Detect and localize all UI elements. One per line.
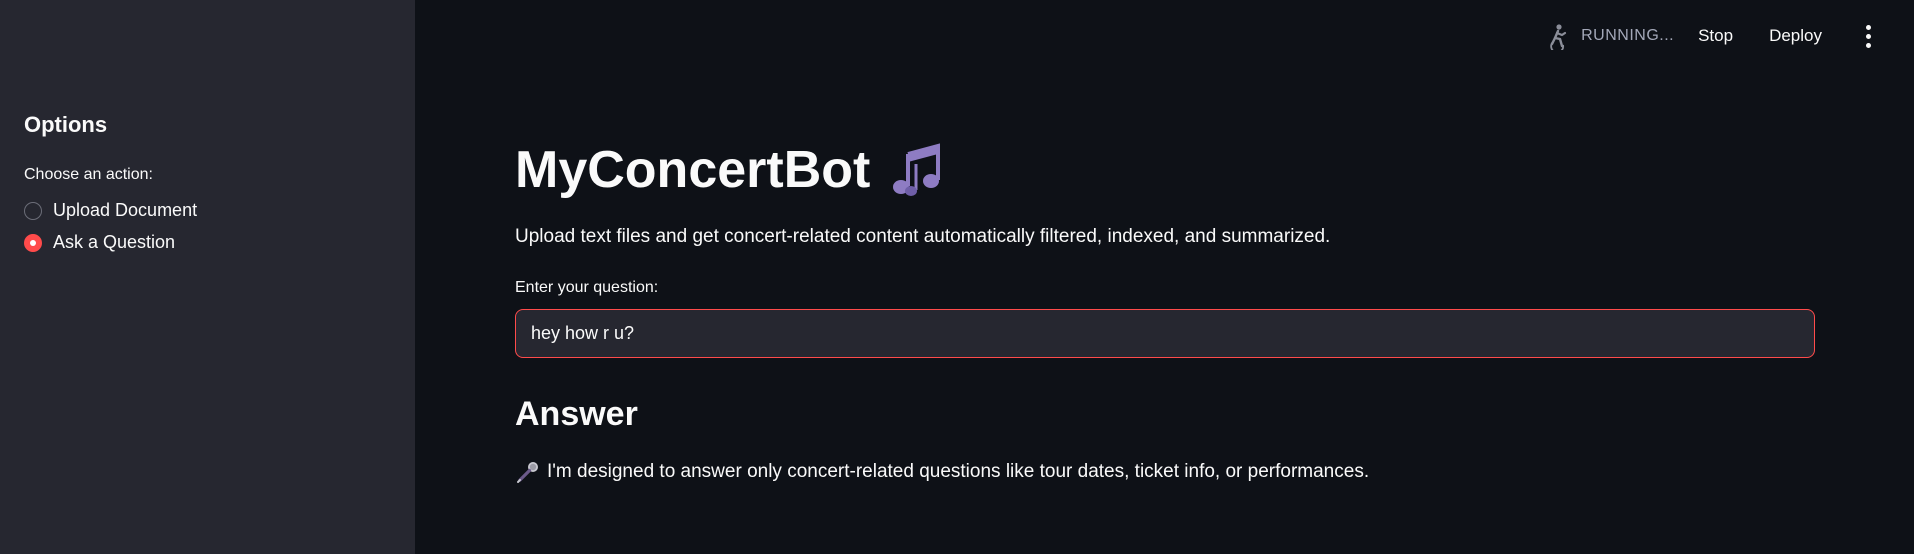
page-title-text: MyConcertBot — [515, 141, 871, 199]
sidebar: Options Choose an action: Upload Documen… — [0, 0, 415, 554]
sidebar-title: Options — [24, 112, 108, 137]
app-root: Options Choose an action: Upload Documen… — [0, 0, 1914, 554]
page-title: MyConcertBot — [515, 140, 948, 200]
action-radio-label: Choose an action: — [24, 166, 153, 183]
question-input[interactable] — [515, 309, 1815, 358]
radio-button-unchecked[interactable] — [24, 201, 42, 220]
main-content: MyConcertBot Upload text files and get c… — [515, 0, 1815, 554]
question-label: Enter your question: — [515, 279, 659, 296]
more-vertical-icon[interactable] — [1858, 22, 1878, 50]
page-description: Upload text files and get concert-relate… — [515, 226, 1331, 247]
radio-option-label: Upload Document — [53, 200, 198, 220]
musical-notes-icon — [893, 143, 941, 196]
radio-option-label: Ask a Question — [53, 232, 176, 252]
radio-option-upload-document[interactable]: Upload Document — [24, 200, 197, 221]
answer-heading: Answer — [515, 395, 638, 433]
radio-button-checked[interactable] — [24, 233, 42, 252]
microphone-icon — [517, 462, 538, 483]
radio-option-ask-question[interactable]: Ask a Question — [24, 232, 175, 253]
answer-text-row: I'm designed to answer only concert-rela… — [515, 459, 1369, 485]
answer-text: I'm designed to answer only concert-rela… — [547, 461, 1370, 482]
